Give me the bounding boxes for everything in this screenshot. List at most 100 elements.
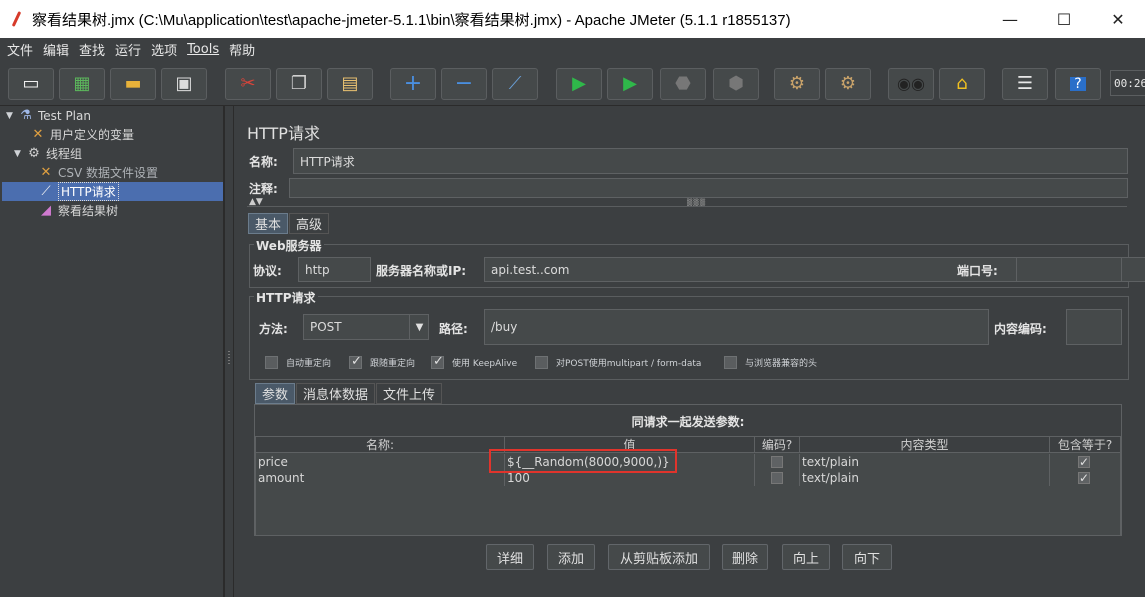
option-label: 与浏览器兼容的头: [745, 359, 818, 369]
flask-icon: ⚗: [20, 108, 32, 123]
menu-file[interactable]: 文件: [4, 40, 40, 59]
toggle-icon[interactable]: ⟋: [492, 68, 538, 100]
checkbox-box: [349, 354, 362, 369]
menu-help[interactable]: 帮助: [226, 40, 262, 59]
menu-options[interactable]: 选项: [148, 40, 184, 59]
tree-item-view-results-tree[interactable]: ◢ 察看结果树: [38, 201, 118, 220]
cell-name[interactable]: price: [256, 454, 505, 470]
tree-item-http-request[interactable]: ⟋ HTTP请求: [2, 182, 223, 201]
keepalive-checkbox[interactable]: 使用 KeepAlive: [431, 354, 518, 369]
templates-icon[interactable]: ▦: [59, 68, 105, 100]
cell-content-type[interactable]: text/plain: [800, 454, 1050, 470]
protocol-label: 协议:: [253, 264, 282, 278]
window-title: 察看结果树.jmx (C:\Mu\application\test\apache…: [32, 11, 791, 29]
encoding-field[interactable]: [1066, 309, 1122, 345]
expand-arrow-icon[interactable]: ▼: [14, 149, 26, 159]
auto-redirect-checkbox[interactable]: 自动重定向: [265, 356, 331, 369]
add-button[interactable]: 添加: [547, 544, 595, 570]
tree-item-thread-group[interactable]: ▼ ⚙ 线程组: [14, 144, 82, 163]
cell-content-type[interactable]: text/plain: [800, 470, 1050, 486]
option-label: 使用 KeepAlive: [452, 359, 518, 369]
tab-parameters[interactable]: 参数: [255, 383, 296, 404]
cell-encode[interactable]: [755, 454, 800, 470]
chevron-down-icon[interactable]: ▼: [409, 314, 429, 340]
cell-encode[interactable]: [755, 470, 800, 486]
clear-all-icon[interactable]: ⚙: [825, 68, 871, 100]
web-server-title: Web服务器: [254, 237, 324, 254]
copy-icon[interactable]: ❐: [276, 68, 322, 100]
checkbox-box: [1078, 454, 1090, 470]
function-helper-icon[interactable]: ☰: [1002, 68, 1048, 100]
option-label: 对POST使用multipart / form-data: [556, 359, 702, 369]
close-button[interactable]: ✕: [1091, 0, 1145, 38]
cut-icon[interactable]: ✂: [225, 68, 271, 100]
menu-run[interactable]: 运行: [112, 40, 148, 59]
tab-body-data[interactable]: 消息体数据: [296, 383, 376, 404]
move-up-button[interactable]: 向上: [782, 544, 830, 570]
protocol-field[interactable]: http: [298, 257, 371, 282]
column-header[interactable]: 内容类型: [800, 437, 1050, 453]
checkbox-box: [535, 356, 548, 369]
menu-search[interactable]: 查找: [76, 40, 112, 59]
column-header[interactable]: 名称:: [256, 437, 505, 453]
tab-files-upload[interactable]: 文件上传: [376, 383, 443, 404]
maximize-button[interactable]: ☐: [1037, 0, 1091, 38]
tab-basic[interactable]: 基本: [248, 213, 289, 234]
delete-button[interactable]: 删除: [722, 544, 768, 570]
option-label: 自动重定向: [286, 359, 332, 369]
expand-arrow-icon[interactable]: ▼: [6, 111, 18, 121]
checkbox-box: [1078, 470, 1090, 486]
expand-icon[interactable]: +: [390, 68, 436, 100]
follow-redirect-checkbox[interactable]: 跟随重定向: [349, 354, 416, 369]
detail-button[interactable]: 详细: [486, 544, 534, 570]
panel-title: HTTP请求: [247, 124, 320, 143]
reset-search-icon[interactable]: ⌂: [939, 68, 985, 100]
menu-tools[interactable]: Tools: [184, 42, 226, 57]
name-field[interactable]: HTTP请求: [293, 148, 1128, 174]
open-icon[interactable]: ▬: [110, 68, 156, 100]
new-icon[interactable]: ▭: [8, 68, 54, 100]
shutdown-icon[interactable]: ⬢: [713, 68, 759, 100]
tab-advanced[interactable]: 高级: [289, 213, 330, 234]
checkbox-box: [724, 356, 737, 369]
cell-include-equals[interactable]: [1050, 454, 1120, 470]
checkbox-box: [265, 356, 278, 369]
path-field[interactable]: /buy: [484, 309, 989, 345]
tree-item-label: 用户定义的变量: [50, 128, 135, 142]
start-no-pause-icon[interactable]: ▶: [607, 68, 653, 100]
tree-item-user-vars[interactable]: ✕ 用户定义的变量: [30, 125, 134, 144]
tree-item-csv-config[interactable]: ✕ CSV 数据文件设置: [38, 163, 158, 182]
gear-icon: ⚙: [28, 146, 40, 161]
collapse-icon[interactable]: −: [441, 68, 487, 100]
path-label: 路径:: [439, 322, 468, 336]
help-icon[interactable]: ?: [1055, 68, 1101, 100]
column-header[interactable]: 包含等于?: [1050, 437, 1120, 453]
multipart-checkbox[interactable]: 对POST使用multipart / form-data: [535, 356, 701, 369]
tree-item-label: 线程组: [46, 147, 83, 161]
stop-icon[interactable]: ⬣: [660, 68, 706, 100]
tree-item-label: Test Plan: [38, 108, 91, 123]
minimize-button[interactable]: —: [983, 0, 1037, 38]
paste-icon[interactable]: ▤: [327, 68, 373, 100]
option-label: 跟随重定向: [370, 359, 416, 369]
save-icon[interactable]: ▣: [161, 68, 207, 100]
elapsed-timer: 00:26: [1110, 70, 1145, 96]
column-header[interactable]: 编码?: [755, 437, 800, 453]
wrench-icon: ✕: [40, 165, 52, 180]
start-icon[interactable]: ▶: [556, 68, 602, 100]
panel-splitter[interactable]: [224, 106, 234, 597]
port-field[interactable]: [1016, 257, 1122, 282]
annotation-highlight-box: [489, 449, 677, 473]
add-from-clipboard-button[interactable]: 从剪贴板添加: [608, 544, 710, 570]
cell-name[interactable]: amount: [256, 470, 505, 486]
move-down-button[interactable]: 向下: [842, 544, 892, 570]
clear-icon[interactable]: ⚙: [774, 68, 820, 100]
name-label: 名称:: [249, 155, 278, 169]
comment-field[interactable]: [289, 178, 1128, 198]
browser-headers-checkbox[interactable]: 与浏览器兼容的头: [724, 356, 817, 369]
tree-item-test-plan[interactable]: ▼ ⚗ Test Plan: [6, 106, 91, 125]
cell-include-equals[interactable]: [1050, 470, 1120, 486]
menu-edit[interactable]: 编辑: [40, 40, 76, 59]
http-request-panel: HTTP请求 名称: HTTP请求 注释: ▲▼ ▒▒▒ 基本 高级 Web服务…: [235, 106, 1145, 597]
search-icon[interactable]: ◉◉: [888, 68, 934, 100]
